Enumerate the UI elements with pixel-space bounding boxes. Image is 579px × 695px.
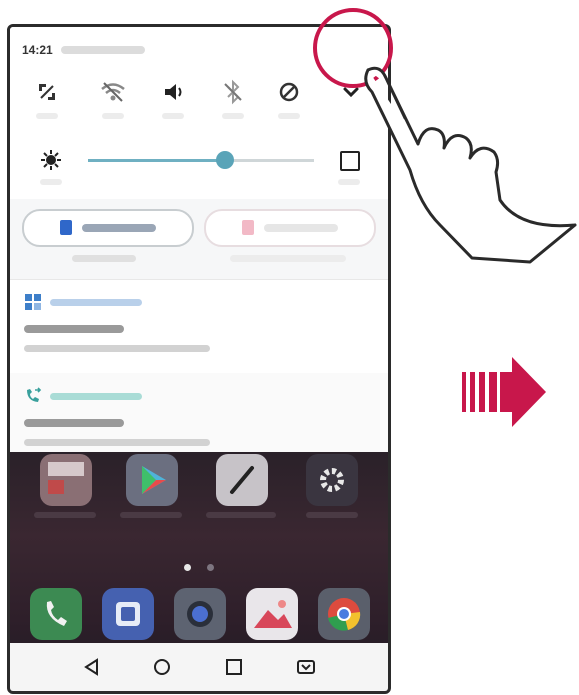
notification-item[interactable] [10, 279, 388, 374]
expand-quick-settings-button[interactable] [336, 77, 366, 107]
pen-icon[interactable] [216, 454, 268, 506]
brightness-slider-filled[interactable] [88, 159, 226, 162]
home-screen [10, 452, 388, 691]
settings-icon[interactable] [306, 454, 358, 506]
sound-icon[interactable] [158, 77, 188, 119]
notification-shade: 14:21 [10, 27, 388, 452]
auto-brightness-checkbox[interactable] [340, 151, 360, 171]
recents-icon[interactable] [222, 655, 246, 679]
screen-rotation-icon[interactable] [32, 77, 62, 119]
sim-toolkit-icon[interactable] [40, 454, 92, 506]
phone-icon[interactable] [30, 588, 82, 640]
camera-icon[interactable] [174, 588, 226, 640]
pointing-hand-illustration [364, 66, 577, 264]
page-indicator [10, 558, 388, 576]
sim-card-row [10, 199, 388, 280]
status-time: 14:21 [22, 43, 53, 57]
brightness-slider-track[interactable] [226, 159, 314, 162]
messages-icon[interactable] [102, 588, 154, 640]
bluetooth-off-icon[interactable] [218, 77, 248, 119]
phone-screen: 14:21 [7, 24, 391, 694]
brightness-control [10, 139, 388, 200]
gallery-icon[interactable] [246, 588, 298, 640]
home-icon[interactable] [150, 655, 174, 679]
chrome-icon[interactable] [318, 588, 370, 640]
sim-card-1-button[interactable] [22, 209, 194, 247]
arrow-right-icon [462, 357, 546, 427]
page-dot [207, 564, 215, 571]
network-icon [24, 293, 42, 311]
do-not-disturb-icon[interactable] [274, 77, 304, 119]
play-store-icon[interactable] [126, 454, 178, 506]
sim-card-2-button[interactable] [204, 209, 376, 247]
status-bar: 14:21 [22, 41, 145, 59]
wifi-off-icon[interactable] [98, 77, 128, 119]
brightness-icon [40, 149, 62, 171]
navigation-bar [10, 643, 388, 691]
call-forward-icon [24, 387, 42, 405]
brightness-slider-thumb[interactable] [216, 151, 234, 169]
dual-window-icon[interactable] [294, 655, 318, 679]
page-dot [183, 564, 191, 571]
status-date-blurred [60, 46, 145, 54]
back-icon[interactable] [80, 655, 104, 679]
sim-card-icon [242, 220, 254, 235]
notification-item[interactable] [10, 373, 388, 452]
quick-settings-row [10, 77, 388, 121]
sim-card-icon [60, 220, 72, 235]
